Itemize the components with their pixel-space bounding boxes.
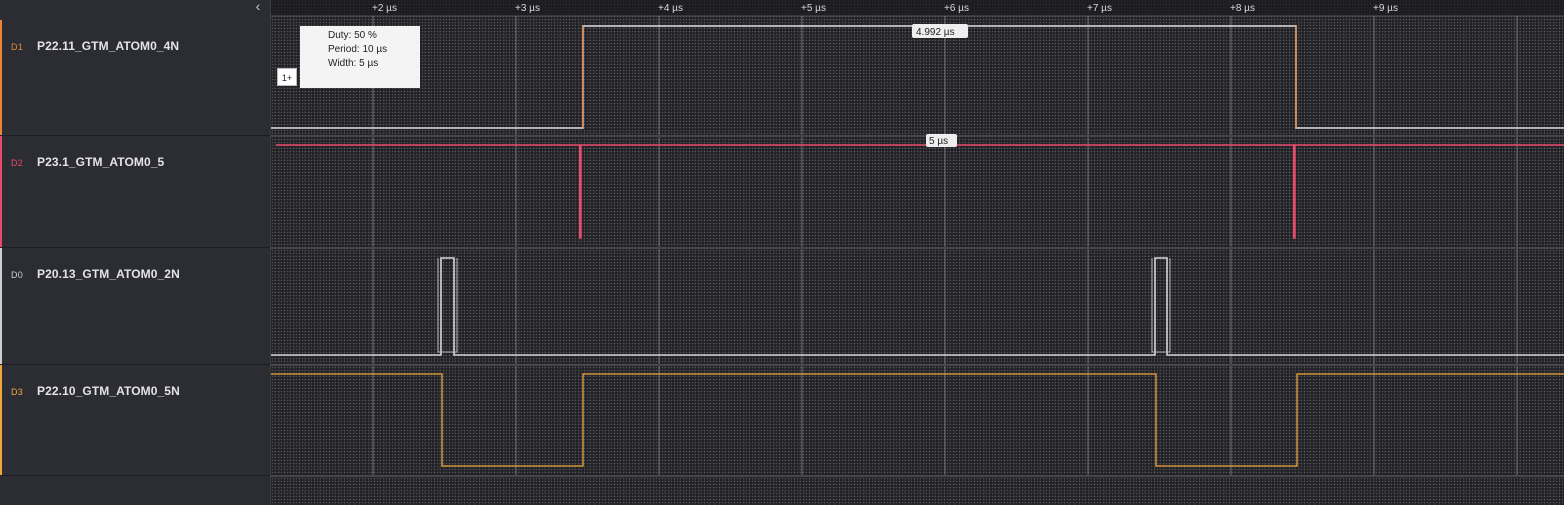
waveform-d0[interactable] [271, 257, 1564, 356]
channel-color-accent [0, 248, 2, 364]
waveform-d1[interactable] [271, 25, 1564, 129]
info-period: Period: 10 µs [328, 44, 388, 55]
channel-name: P22.11_GTM_ATOM0_4N [37, 39, 180, 53]
waveform-plot[interactable]: +2 µs +3 µs +4 µs +5 µs +6 µs +7 µs +8 µ… [271, 0, 1564, 505]
grid-lines [372, 16, 1518, 476]
tick-label: +3 µs [515, 3, 540, 14]
waveform-d2[interactable] [276, 144, 1564, 239]
channel-row-d2[interactable]: D2 P23.1_GTM_ATOM0_5 [0, 136, 270, 248]
channel-row-d1[interactable]: D1 P22.11_GTM_ATOM0_4N [0, 20, 270, 136]
tick-label: +8 µs [1230, 3, 1255, 14]
channel-sidebar: ‹ D1 P22.11_GTM_ATOM0_4N D2 P23.1_GTM_AT… [0, 0, 271, 505]
channel-color-accent [0, 365, 2, 475]
chevron-left-icon[interactable]: ‹ [249, 0, 267, 14]
info-width: Width: 5 µs [328, 58, 379, 69]
tick-label: +5 µs [801, 3, 826, 14]
tick-label: +7 µs [1087, 3, 1112, 14]
pulse-width-text: 5 µs [929, 136, 948, 147]
measurement-info-panel: Duty: 50 % Period: 10 µs Width: 5 µs [300, 26, 420, 88]
tick-label: +2 µs [372, 3, 397, 14]
channel-name: P23.1_GTM_ATOM0_5 [37, 155, 165, 169]
pulse-width-label-d1: 4.992 µs [912, 24, 968, 38]
tick-label: +4 µs [658, 3, 683, 14]
channel-row-d3[interactable]: D3 P22.10_GTM_ATOM0_5N [0, 365, 270, 476]
channel-tag: D0 [11, 270, 24, 280]
tick-label: +6 µs [944, 3, 969, 14]
pulse-width-label-d2: 5 µs [926, 134, 957, 147]
tick-label: +9 µs [1373, 3, 1398, 14]
info-panel-key[interactable]: 1+ [277, 68, 297, 86]
channel-tag: D2 [11, 158, 24, 168]
channel-tag: D1 [11, 42, 24, 52]
channel-tag: D3 [11, 387, 24, 397]
channel-row-d0[interactable]: D0 P20.13_GTM_ATOM0_2N [0, 248, 270, 365]
row-separators [271, 135, 1564, 477]
channel-name: P22.10_GTM_ATOM0_5N [37, 384, 180, 398]
info-duty: Duty: 50 % [328, 30, 377, 41]
waveform-d3[interactable] [271, 373, 1564, 467]
channel-color-accent [0, 136, 2, 247]
channel-name: P20.13_GTM_ATOM0_2N [37, 267, 180, 281]
timeline-header[interactable] [271, 0, 1564, 16]
channel-color-accent [0, 20, 2, 135]
pulse-width-text: 4.992 µs [916, 27, 955, 38]
waveform-canvas[interactable]: +2 µs +3 µs +4 µs +5 µs +6 µs +7 µs +8 µ… [271, 0, 1564, 505]
